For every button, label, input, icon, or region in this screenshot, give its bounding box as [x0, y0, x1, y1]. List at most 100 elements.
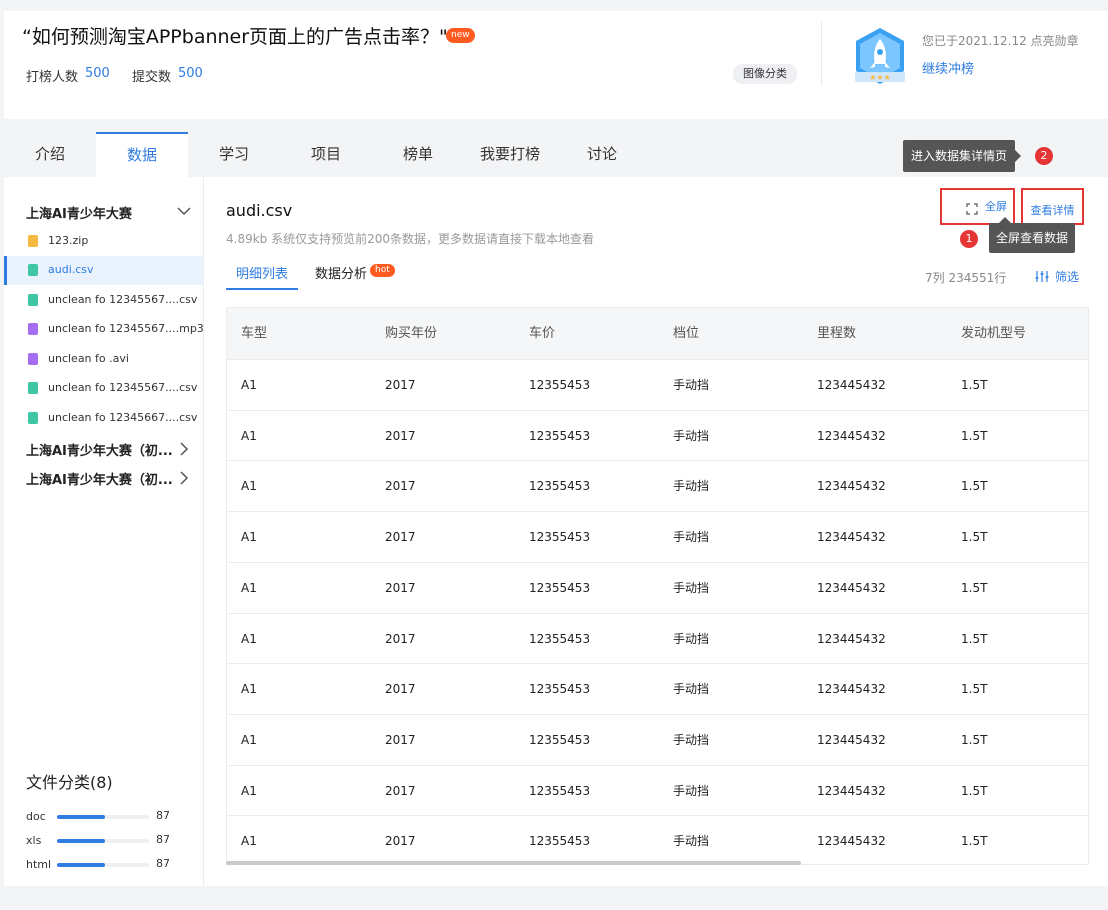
table-row[interactable]: A1 2017 12355453 手动挡 123445432 1.5T [227, 815, 1088, 864]
fullscreen-icon [966, 203, 978, 215]
tab-intro[interactable]: 介绍 [4, 132, 96, 177]
table-cell: 手动挡 [673, 834, 710, 849]
chevron-down-icon[interactable] [176, 205, 192, 217]
tab-data[interactable]: 数据 [96, 132, 188, 177]
submissions-label: 提交数 [132, 70, 172, 85]
category-label: html [26, 858, 52, 868]
header-divider [821, 22, 822, 86]
table-row[interactable]: A1 2017 12355453 手动挡 123445432 1.5T [227, 409, 1088, 461]
sidebar-group-collapsed[interactable]: 上海AI青少年大赛（初... [26, 469, 173, 488]
file-item[interactable]: 123.zip [4, 227, 203, 256]
table-row[interactable]: A1 2017 12355453 手动挡 123445432 1.5T [227, 511, 1088, 563]
category-tag[interactable]: 图像分类 [733, 64, 797, 84]
table-cell: 手动挡 [673, 732, 710, 747]
file-item[interactable]: unclean fo 12345567....csv [4, 286, 203, 315]
column-header[interactable]: 车型 [241, 308, 267, 359]
tab-submit[interactable]: 我要打榜 [464, 132, 556, 177]
file-item[interactable]: unclean fo 12345567....mp3 [4, 315, 204, 344]
table-cell: A1 [241, 378, 257, 392]
rocket-medal-icon: ★★★ [855, 28, 905, 84]
table-cell: 2017 [385, 783, 416, 798]
table-cell: 1.5T [961, 580, 988, 595]
file-name: audi.csv [48, 263, 94, 276]
table-cell: 2017 [385, 530, 416, 545]
table-cell: 1.5T [961, 530, 988, 545]
table-cell: 123445432 [817, 732, 886, 747]
table-cell: A1 [241, 834, 257, 849]
file-item[interactable]: unclean fo 12345567....csv [4, 374, 203, 403]
csv-file-icon [28, 382, 38, 394]
table-cell: 12355453 [529, 682, 591, 697]
subtab-data-analysis[interactable]: 数据分析 [315, 260, 367, 290]
filter-label: 筛选 [1055, 270, 1080, 284]
table-cell: A1 [241, 428, 257, 443]
table-cell: 2017 [385, 834, 416, 849]
file-item-active[interactable]: audi.csv [4, 256, 203, 285]
table-row[interactable]: A1 2017 12355453 手动挡 123445432 1.5T [227, 359, 1088, 410]
table-cell: A1 [241, 580, 257, 595]
table-row[interactable]: A1 2017 12355453 手动挡 123445432 1.5T [227, 561, 1088, 613]
filter-button[interactable]: 筛选 [1035, 268, 1079, 285]
chevron-right-icon[interactable] [178, 441, 190, 457]
chevron-right-icon[interactable] [178, 470, 190, 486]
category-value: 87 [156, 857, 170, 868]
table-row[interactable]: A1 2017 12355453 手动挡 123445432 1.5T [227, 713, 1088, 765]
zip-file-icon [28, 235, 38, 247]
table-cell: A1 [241, 783, 257, 798]
table-cell: 1.5T [961, 378, 988, 392]
category-row-clipped: html 87 [4, 855, 203, 868]
table-cell: 12355453 [529, 732, 591, 747]
csv-file-icon [28, 412, 38, 424]
fullscreen-label: 全屏 [985, 200, 1007, 213]
file-category-title: 文件分类(8) [26, 773, 113, 792]
column-header[interactable]: 发动机型号 [961, 308, 1026, 359]
table-cell: 1.5T [961, 732, 988, 747]
table-cell: 1.5T [961, 834, 988, 849]
table-cell: 手动挡 [673, 378, 710, 392]
subtab-detail-list[interactable]: 明细列表 [226, 260, 298, 290]
table-cell: 123445432 [817, 378, 886, 392]
table-cell: 123445432 [817, 834, 886, 849]
dataset-detail-tooltip: 进入数据集详情页 [903, 140, 1022, 172]
file-name: unclean fo 12345567....csv [48, 293, 198, 306]
audio-file-icon [28, 323, 38, 335]
column-header[interactable]: 购买年份 [385, 308, 437, 359]
row-column-counts: 7列 234551行 [925, 271, 1007, 285]
column-header[interactable]: 车价 [529, 308, 555, 359]
column-header[interactable]: 档位 [673, 308, 699, 359]
table-cell: 2017 [385, 732, 416, 747]
table-cell: 12355453 [529, 834, 591, 849]
table-row[interactable]: A1 2017 12355453 手动挡 123445432 1.5T [227, 460, 1088, 512]
continue-ranking-link[interactable]: 继续冲榜 [922, 58, 974, 77]
tab-learn[interactable]: 学习 [188, 132, 280, 177]
column-header[interactable]: 里程数 [817, 308, 856, 359]
table-row[interactable]: A1 2017 12355453 手动挡 123445432 1.5T [227, 612, 1088, 664]
category-value: 87 [156, 833, 170, 846]
file-item[interactable]: unclean fo .avi [4, 345, 203, 374]
table-row[interactable]: A1 2017 12355453 手动挡 123445432 1.5T [227, 764, 1088, 816]
table-cell: 1.5T [961, 631, 988, 646]
table-cell: 12355453 [529, 580, 591, 595]
table-cell: 12355453 [529, 479, 591, 494]
file-name: unclean fo 12345567....mp3 [48, 322, 204, 335]
file-name: unclean fo .avi [48, 352, 129, 365]
category-bar [57, 839, 149, 843]
table-cell: A1 [241, 631, 257, 646]
table-cell: 12355453 [529, 530, 591, 545]
horizontal-scrollbar[interactable] [226, 861, 801, 865]
table-row[interactable]: A1 2017 12355453 手动挡 123445432 1.5T [227, 663, 1088, 715]
table-cell: A1 [241, 479, 257, 494]
view-detail-button[interactable]: 查看详情 [1021, 188, 1084, 225]
sidebar-group-collapsed[interactable]: 上海AI青少年大赛（初... [26, 440, 173, 459]
file-name: 123.zip [48, 234, 89, 247]
table-cell: 12355453 [529, 783, 591, 798]
tab-discussion[interactable]: 讨论 [556, 132, 648, 177]
category-label: doc [26, 810, 46, 823]
tab-leaderboard[interactable]: 榜单 [372, 132, 464, 177]
sidebar-group-open[interactable]: 上海AI青少年大赛 [26, 203, 132, 222]
table-cell: 123445432 [817, 783, 886, 798]
file-item[interactable]: unclean fo 12345667....csv [4, 404, 203, 433]
table-cell: 1.5T [961, 783, 988, 798]
tab-project[interactable]: 项目 [280, 132, 372, 177]
table-cell: 123445432 [817, 580, 886, 595]
